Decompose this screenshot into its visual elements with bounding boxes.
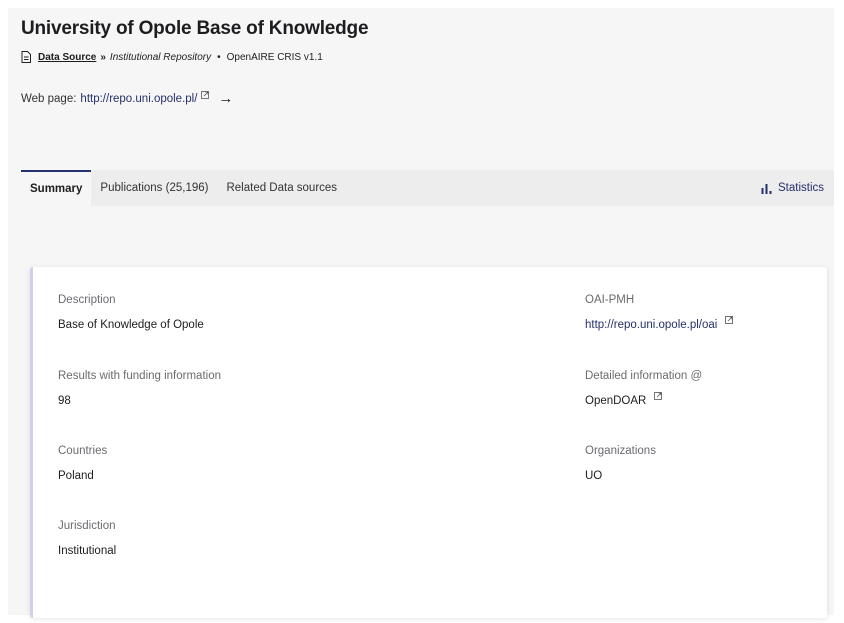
description-value: Base of Knowledge of Opole [58,319,204,331]
statistics-button[interactable]: Statistics [761,182,824,194]
webpage-label: Web page: [21,92,77,105]
countries-value: Poland [58,470,94,482]
compatibility-label: OpenAIRE CRIS v1.1 [226,51,323,63]
tab-summary[interactable]: Summary [21,170,92,206]
funding-label: Results with funding information [58,370,221,382]
detailed-info-label: Detailed information @ [585,370,703,382]
jurisdiction-label: Jurisdiction [58,520,116,532]
tab-publications[interactable]: Publications (25,196) [91,170,217,206]
description-label: Description [58,294,116,306]
organizations-value[interactable]: UO [585,470,602,482]
webpage-row: Web page: http://repo.uni.opole.pl/ → [21,90,233,107]
external-link-icon [201,90,210,99]
document-icon [21,51,31,63]
organizations-label: Organizations [585,445,656,457]
oai-pmh-link[interactable]: http://repo.uni.opole.pl/oai [585,316,733,331]
datasource-subtype: Institutional Repository [109,51,212,63]
external-link-icon [653,392,662,400]
opendoar-label[interactable]: OpenDOAR [585,395,646,407]
data-source-link[interactable]: Data Source [38,52,96,63]
page-title: University of Opole Base of Knowledge [21,18,369,39]
oai-pmh-label: OAI-PMH [585,294,635,306]
external-link-icon [724,316,733,324]
breadcrumb: Data Source » Institutional Repository •… [21,51,323,63]
tab-related-data-sources[interactable]: Related Data sources [217,170,346,206]
breadcrumb-separator: » [100,51,106,63]
countries-label: Countries [58,445,108,457]
oai-pmh-url[interactable]: http://repo.uni.opole.pl/oai [585,319,717,331]
bar-chart-icon [761,183,772,194]
opendoar-link[interactable]: OpenDOAR [585,392,662,407]
webpage-url-link[interactable]: http://repo.uni.opole.pl/ [80,93,197,105]
meta-dot: • [217,51,221,63]
summary-card: Description Base of Knowledge of Opole O… [30,267,827,618]
tab-bar: Summary Publications (25,196) Related Da… [21,170,834,206]
jurisdiction-value: Institutional [58,545,117,557]
go-arrow-icon[interactable]: → [218,90,233,107]
funding-value: 98 [58,395,71,407]
statistics-label: Statistics [777,182,824,194]
